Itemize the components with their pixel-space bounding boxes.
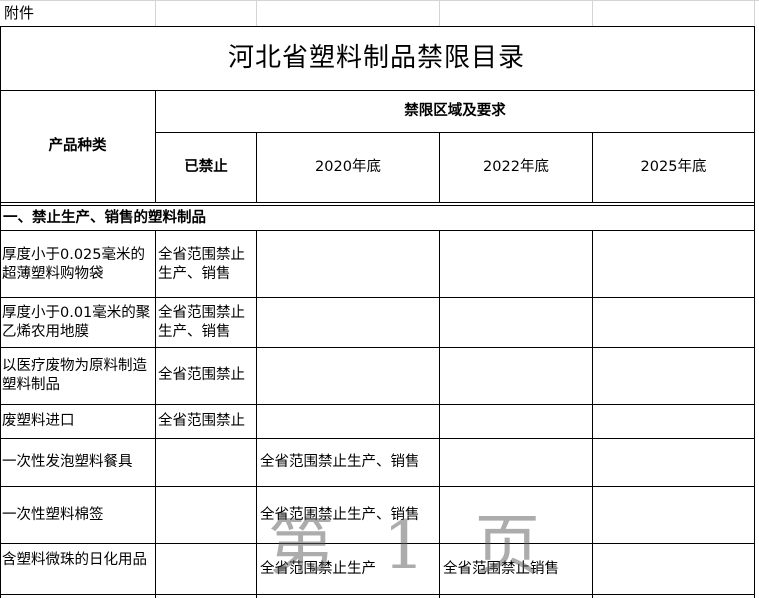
product-cell: 以医疗废物为原料制造塑料制品	[2, 358, 147, 393]
banned-cell: 全省范围禁止生产、销售	[158, 305, 245, 340]
border	[0, 297, 755, 298]
header-2020: 2020年底	[315, 159, 381, 175]
gridline	[0, 0, 759, 1]
y2020-cell: 全省范围禁止生产、销售	[260, 507, 420, 523]
gridline	[754, 0, 755, 26]
border	[592, 230, 593, 598]
border	[0, 202, 755, 203]
border	[0, 438, 755, 439]
banned-cell: 全省范围禁止	[158, 367, 245, 383]
spreadsheet-sheet: 附件 河北省塑料制品禁限目录 产品种类 禁限区域及要求 已禁止 2020年底 2…	[0, 0, 759, 598]
header-banned: 已禁止	[184, 159, 228, 175]
border	[0, 347, 755, 348]
border	[0, 543, 755, 544]
y2020-cell: 全省范围禁止生产	[260, 561, 376, 577]
product-cell: 一次性塑料棉签	[2, 507, 104, 523]
border	[0, 404, 755, 405]
header-2022: 2022年底	[483, 159, 549, 175]
product-cell: 含塑料微珠的日化用品	[2, 552, 147, 568]
border	[0, 594, 755, 595]
header-product-type: 产品种类	[48, 138, 107, 154]
header-2025: 2025年底	[640, 159, 707, 175]
header-restriction-scope: 禁限区域及要求	[404, 103, 506, 119]
product-cell: 厚度小于0.01毫米的聚乙烯农用地膜	[2, 305, 151, 340]
product-cell: 一次性发泡塑料餐具	[2, 454, 133, 470]
border	[439, 230, 440, 598]
section-heading: 一、禁止生产、销售的塑料制品	[3, 210, 206, 226]
y2022-cell: 全省范围禁止销售	[443, 561, 559, 577]
border	[0, 230, 755, 231]
gridline	[592, 0, 593, 26]
border	[256, 230, 257, 598]
product-cell: 废塑料进口	[2, 413, 75, 429]
attachment-label: 附件	[4, 4, 35, 22]
gridline	[439, 0, 440, 26]
product-cell: 厚度小于0.025毫米的超薄塑料购物袋	[2, 247, 146, 282]
gridline	[155, 0, 156, 26]
y2020-cell: 全省范围禁止生产、销售	[260, 454, 420, 470]
gridline	[256, 0, 257, 26]
border	[0, 486, 755, 487]
banned-cell: 全省范围禁止	[158, 413, 245, 429]
document-title: 河北省塑料制品禁限目录	[227, 42, 525, 73]
border	[0, 205, 755, 206]
border	[155, 230, 156, 598]
border	[754, 26, 755, 598]
banned-cell: 全省范围禁止生产、销售	[158, 247, 245, 282]
